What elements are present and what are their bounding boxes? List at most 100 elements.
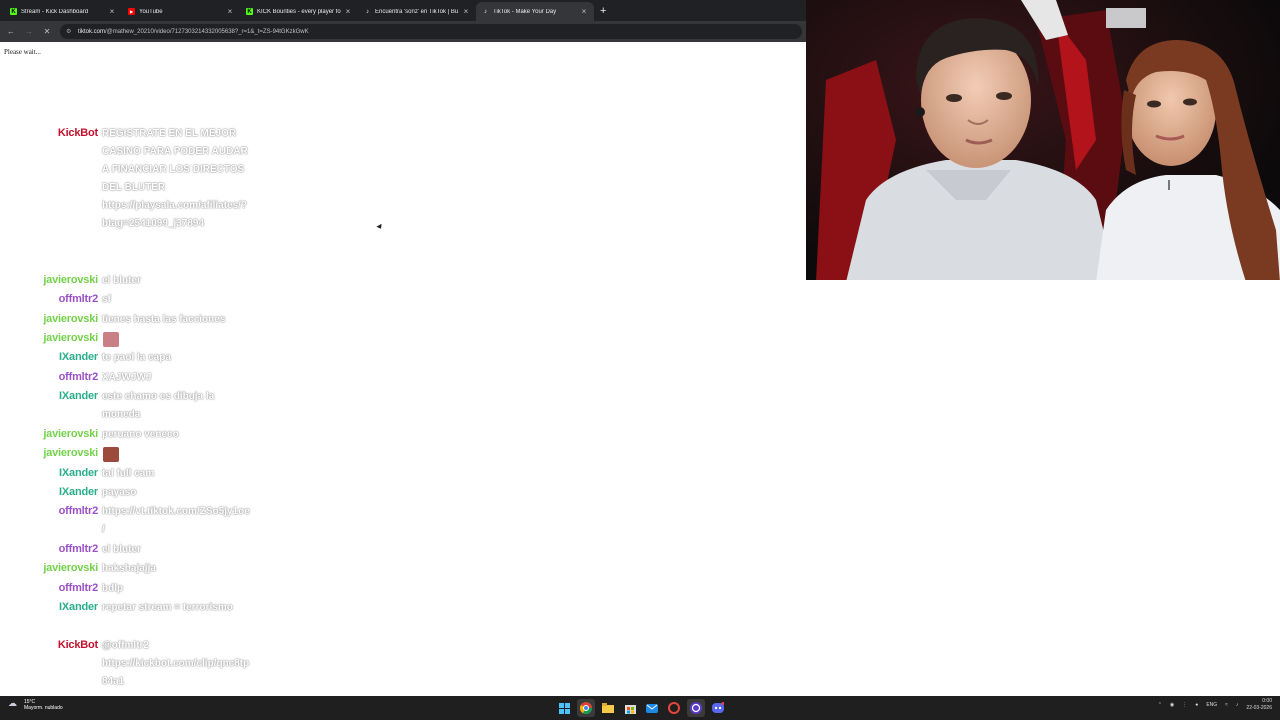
youtube-icon: ▶ [128,8,135,15]
store-button[interactable] [621,699,639,717]
chat-text: este chamo es dibuja la moneda [102,391,215,421]
obs-icon [690,702,702,714]
discord-icon [712,702,724,713]
kick-icon: K [10,8,17,15]
chat-username[interactable]: IXander [59,486,98,498]
chrome-icon [580,702,592,714]
taskbar-apps [555,699,727,717]
chat-text: payaso [102,487,137,498]
folder-icon [602,703,614,713]
volume-icon[interactable]: ♪ [1236,702,1239,708]
windows-icon [558,702,570,714]
discord-button[interactable] [709,699,727,717]
chat-username[interactable]: javierovski [43,562,98,574]
windows-taskbar: ☁ 15°C Mayorm. nublado ⌃ ◉ ⋮ ● ENG ≈ ♪ 0… [0,696,1280,720]
chat-username[interactable]: IXander [59,351,98,363]
chat-username[interactable]: offmltr2 [59,293,99,305]
file-explorer-button[interactable] [599,699,617,717]
chat-text: peruano veneco [102,428,179,440]
browser-tab[interactable]: K KICK Bounties - every player fo × [240,2,358,21]
chat-username[interactable]: javierovski [43,274,98,286]
webcam-feed [806,0,1280,282]
back-button[interactable]: ← [4,25,18,39]
address-bar[interactable]: ⚙ tiktok.com/@mathew_20210/video/7127303… [60,24,802,39]
tiktok-icon: ♪ [366,8,369,15]
tab-title: KICK Bounties - every player fo [257,8,341,15]
browser-tab[interactable]: K Stream - Kick Dashboard × [4,2,122,21]
chevron-up-icon[interactable]: ⌃ [1158,702,1162,708]
tab-title: YouTube [139,8,163,15]
tab-title: TikTok - Make Your Day [493,8,557,15]
weather-desc: Mayorm. nublado [24,705,63,711]
chat-username[interactable]: javierovski [43,428,98,440]
mail-icon [646,703,658,713]
chat-username[interactable]: IXander [59,467,98,479]
clock[interactable]: 0:00 22-03-2026 [1246,698,1272,712]
chat-username[interactable]: KickBot [58,127,98,139]
forward-button[interactable]: → [22,25,36,39]
tray-app-icon[interactable]: ◉ [1170,702,1174,708]
browser-toolbar: ← → ✕ ⚙ tiktok.com/@mathew_20210/video/7… [0,21,806,42]
mail-button[interactable] [643,699,661,717]
chat-text: repetar stream = terrorismo [102,602,233,614]
url-path: /@mathew_20210/video/7127303214332005638… [105,28,309,35]
close-tab-icon[interactable]: × [462,7,470,16]
chat-text: bdlp [102,582,124,594]
kick-icon: K [246,8,253,15]
cloud-icon: ☁ [8,698,17,708]
chat-username[interactable]: javierovski [43,332,98,344]
webcam-image [806,0,1280,282]
chat-emote-icon [103,332,119,347]
close-tab-icon[interactable]: × [226,7,234,16]
chat-text: te paol la capa [102,352,171,364]
chat-username[interactable]: offmltr2 [59,582,99,594]
chat-text: https://vt.tiktok.com/ZSo5jy1oe/ [102,506,250,536]
weather-widget[interactable]: ☁ 15°C Mayorm. nublado [8,698,63,712]
chat-text: hakshajajja [102,563,156,575]
loading-text: Please wait... [4,48,41,56]
browser-tabstrip: K Stream - Kick Dashboard × ▶ YouTube × K KICK … [0,0,806,21]
browser-tab[interactable]: ♪ Encuentra 'sonz' en TikTok | Bu × [358,2,476,21]
browser-tab[interactable]: ♪ TikTok - Make Your Day × [476,2,594,21]
clock-time: 0:00 [1262,698,1272,704]
wifi-icon[interactable]: ≈ [1225,702,1228,708]
chat-username[interactable]: IXander [59,601,98,613]
network-icon[interactable]: ⋮ [1182,702,1187,708]
close-tab-icon[interactable]: × [108,7,116,16]
app-button[interactable] [665,699,683,717]
obs-button[interactable] [687,699,705,717]
stop-loading-button[interactable]: ✕ [40,25,54,39]
system-tray: ⌃ ◉ ⋮ ● ENG ≈ ♪ 0:00 22-03-2026 [1158,698,1272,712]
browser-tab[interactable]: ▶ YouTube × [122,2,240,21]
site-info-icon[interactable]: ⚙ [66,28,73,35]
microphone-icon[interactable]: ● [1195,702,1198,708]
screen: K Stream - Kick Dashboard × ▶ YouTube × K KICK … [0,0,1280,720]
circle-app-icon [668,702,680,714]
chat-text: tal full cam [102,467,155,479]
language-indicator[interactable]: ENG [1206,702,1217,708]
chat-emote-icon [103,447,119,463]
mouse-cursor-icon [376,223,384,231]
chat-text: sf [102,294,111,306]
tab-title: Encuentra 'sonz' en TikTok | Bu [375,8,459,15]
chat-username[interactable]: IXander [59,390,98,402]
new-tab-button[interactable]: + [600,5,606,17]
chat-username[interactable]: javierovski [43,313,98,325]
chat-text: @offmltr2 https://kickbot.com/clip/qnc8t… [102,639,250,687]
chat-username[interactable]: offmltr2 [59,371,99,383]
chat-username[interactable]: KickBot [58,639,98,651]
close-tab-icon[interactable]: × [580,7,588,16]
chat-text: REGISTRATE EN EL MEJOR CASINO PARA PODER… [102,128,248,229]
chat-text: XAJWJWJ [102,371,152,383]
chrome-taskbar-button[interactable] [577,699,595,717]
start-button[interactable] [555,699,573,717]
chat-username[interactable]: offmltr2 [59,543,99,555]
clock-date: 22-03-2026 [1246,705,1272,711]
tab-title: Stream - Kick Dashboard [21,8,89,15]
close-tab-icon[interactable]: × [344,7,352,16]
chat-text: tienes hasta las facciones [102,313,226,325]
chat-text: el bluter [102,274,141,286]
chat-username[interactable]: offmltr2 [59,505,99,517]
url-host: tiktok.com [78,28,106,35]
chat-username[interactable]: javierovski [43,447,98,459]
